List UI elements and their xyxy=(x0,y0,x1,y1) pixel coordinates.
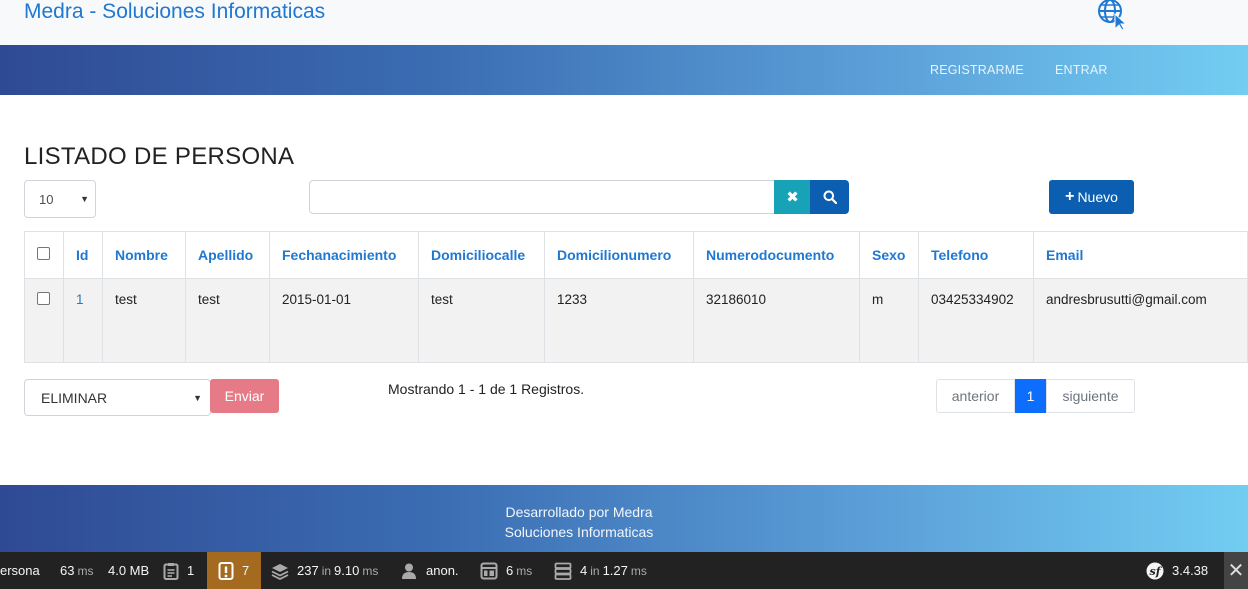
toolbar-queries-count: 237 xyxy=(297,563,319,578)
globe-cursor-icon[interactable] xyxy=(1096,0,1130,30)
plus-icon: + xyxy=(1065,188,1075,205)
layers-icon xyxy=(271,563,289,580)
column-header-nombre[interactable]: Nombre xyxy=(102,231,186,279)
search-icon xyxy=(823,190,837,204)
toolbar-user-name: anon. xyxy=(426,563,459,578)
toolbar-symfony-version[interactable]: sf 3.4.38 xyxy=(1146,552,1208,589)
toolbar-cache[interactable]: 4 in 1.27 ms xyxy=(554,552,647,589)
column-header-domicilionumero[interactable]: Domicilionumero xyxy=(544,231,694,279)
send-button[interactable]: Enviar xyxy=(210,379,279,413)
warning-icon xyxy=(218,561,234,580)
toolbar-templates-value: 6 xyxy=(506,563,514,578)
toolbar-memory-value: 4.0 MB xyxy=(108,563,150,578)
nav-login-link[interactable]: ENTRAR xyxy=(1055,63,1108,77)
top-header: Medra - Soluciones Informaticas xyxy=(0,0,1248,45)
records-info: Mostrando 1 - 1 de 1 Registros. xyxy=(388,381,585,397)
toolbar-queries-unit: ms xyxy=(362,563,379,578)
select-all-cell xyxy=(24,231,64,279)
row-checkbox[interactable] xyxy=(37,292,50,305)
toolbar-cache-in: in xyxy=(590,563,600,578)
pagination: anterior 1 siguiente xyxy=(936,379,1135,413)
cell-numerodocumento: 32186010 xyxy=(693,278,860,363)
cell-telefono: 03425334902 xyxy=(918,278,1034,363)
clear-search-button[interactable]: ✖ xyxy=(774,180,811,214)
toolbar-route[interactable]: ersona xyxy=(0,552,40,589)
table-header-row: Id Nombre Apellido Fechanacimiento Domic… xyxy=(24,231,1248,279)
page-title: LISTADO DE PERSONA xyxy=(24,143,295,170)
user-icon xyxy=(402,563,416,579)
bulk-action-select[interactable]: ELIMINAR ▼ xyxy=(24,379,211,416)
toolbar-warnings-count: 7 xyxy=(242,563,250,578)
column-header-domiciliocalle[interactable]: Domiciliocalle xyxy=(418,231,545,279)
toolbar-warnings[interactable]: 7 xyxy=(207,552,261,589)
close-icon: ✖ xyxy=(786,189,799,206)
column-header-sexo[interactable]: Sexo xyxy=(859,231,919,279)
toolbar-logs[interactable]: 1 xyxy=(163,552,194,589)
column-header-apellido[interactable]: Apellido xyxy=(185,231,270,279)
table-row: 1 test test 2015-01-01 test 1233 3218601… xyxy=(24,278,1248,363)
page-footer: Desarrollado por Medra Soluciones Inform… xyxy=(0,485,1248,552)
toolbar-route-text: ersona xyxy=(0,563,40,578)
brand-title[interactable]: Medra - Soluciones Informaticas xyxy=(24,0,325,24)
column-header-numerodocumento[interactable]: Numerodocumento xyxy=(693,231,860,279)
footer-credits: Desarrollado por Medra Soluciones Inform… xyxy=(480,502,678,542)
main-navbar: REGISTRARME ENTRAR xyxy=(0,45,1248,95)
chevron-down-icon: ▼ xyxy=(193,392,202,403)
debug-toolbar: ersona 63 ms 4.0 MB 1 7 237 in 9.10 ms a… xyxy=(0,552,1248,589)
toolbar-cache-time: 1.27 xyxy=(602,563,628,578)
toolbar-queries-time: 9.10 xyxy=(334,563,360,578)
toolbar-memory[interactable]: 4.0 MB xyxy=(108,552,149,589)
pagination-page-current[interactable]: 1 xyxy=(1015,379,1046,413)
server-icon xyxy=(554,562,572,580)
new-record-label: Nuevo xyxy=(1077,189,1118,205)
chevron-down-icon: ▼ xyxy=(80,194,89,204)
toolbar-version-value: 3.4.38 xyxy=(1172,563,1209,578)
column-header-id[interactable]: Id xyxy=(63,231,103,279)
cell-nombre: test xyxy=(102,278,186,363)
per-page-select[interactable]: 10 ▼ xyxy=(24,180,96,218)
column-header-telefono[interactable]: Telefono xyxy=(918,231,1034,279)
new-record-button[interactable]: + Nuevo xyxy=(1049,180,1134,214)
toolbar-templates[interactable]: 6 ms xyxy=(480,552,532,589)
select-all-checkbox[interactable] xyxy=(37,247,50,260)
cell-sexo: m xyxy=(859,278,919,363)
toolbar-queries[interactable]: 237 in 9.10 ms xyxy=(271,552,378,589)
toolbar-user[interactable]: anon. xyxy=(400,552,459,589)
toolbar-cache-unit: ms xyxy=(630,563,647,578)
symfony-logo-icon: sf xyxy=(1146,562,1164,579)
per-page-value: 10 xyxy=(39,191,54,207)
toolbar-time-unit: ms xyxy=(77,563,94,578)
toolbar-close-button[interactable]: ✕ xyxy=(1224,552,1248,589)
toolbar-cache-count: 4 xyxy=(580,563,588,578)
search-button[interactable] xyxy=(810,180,849,214)
toolbar-logs-count: 1 xyxy=(187,563,195,578)
bulk-action-value: ELIMINAR xyxy=(41,389,108,406)
search-input[interactable] xyxy=(309,180,775,214)
column-header-email[interactable]: Email xyxy=(1033,231,1248,279)
row-id-link[interactable]: 1 xyxy=(76,292,84,307)
cell-domiciliocalle: test xyxy=(418,278,545,363)
row-select-cell xyxy=(24,278,64,363)
persona-table: Id Nombre Apellido Fechanacimiento Domic… xyxy=(24,231,1248,363)
footer-line-1: Desarrollado por Medra xyxy=(505,504,653,520)
pagination-prev[interactable]: anterior xyxy=(936,379,1015,413)
cell-email: andresbrusutti@gmail.com xyxy=(1033,278,1248,363)
cell-fechanacimiento: 2015-01-01 xyxy=(269,278,419,363)
pagination-next[interactable]: siguiente xyxy=(1046,379,1135,413)
column-header-fechanacimiento[interactable]: Fechanacimiento xyxy=(269,231,419,279)
cell-id: 1 xyxy=(63,278,103,363)
toolbar-queries-in: in xyxy=(321,563,332,578)
template-icon xyxy=(480,562,498,579)
close-icon: ✕ xyxy=(1227,560,1245,582)
toolbar-templates-unit: ms xyxy=(516,563,533,578)
footer-line-2: Soluciones Informaticas xyxy=(504,524,654,540)
nav-register-link[interactable]: REGISTRARME xyxy=(930,63,1024,77)
toolbar-time[interactable]: 63 ms xyxy=(60,552,93,589)
toolbar-time-value: 63 xyxy=(60,563,75,578)
clipboard-icon xyxy=(163,562,179,580)
cell-domicilionumero: 1233 xyxy=(544,278,694,363)
cell-apellido: test xyxy=(185,278,270,363)
